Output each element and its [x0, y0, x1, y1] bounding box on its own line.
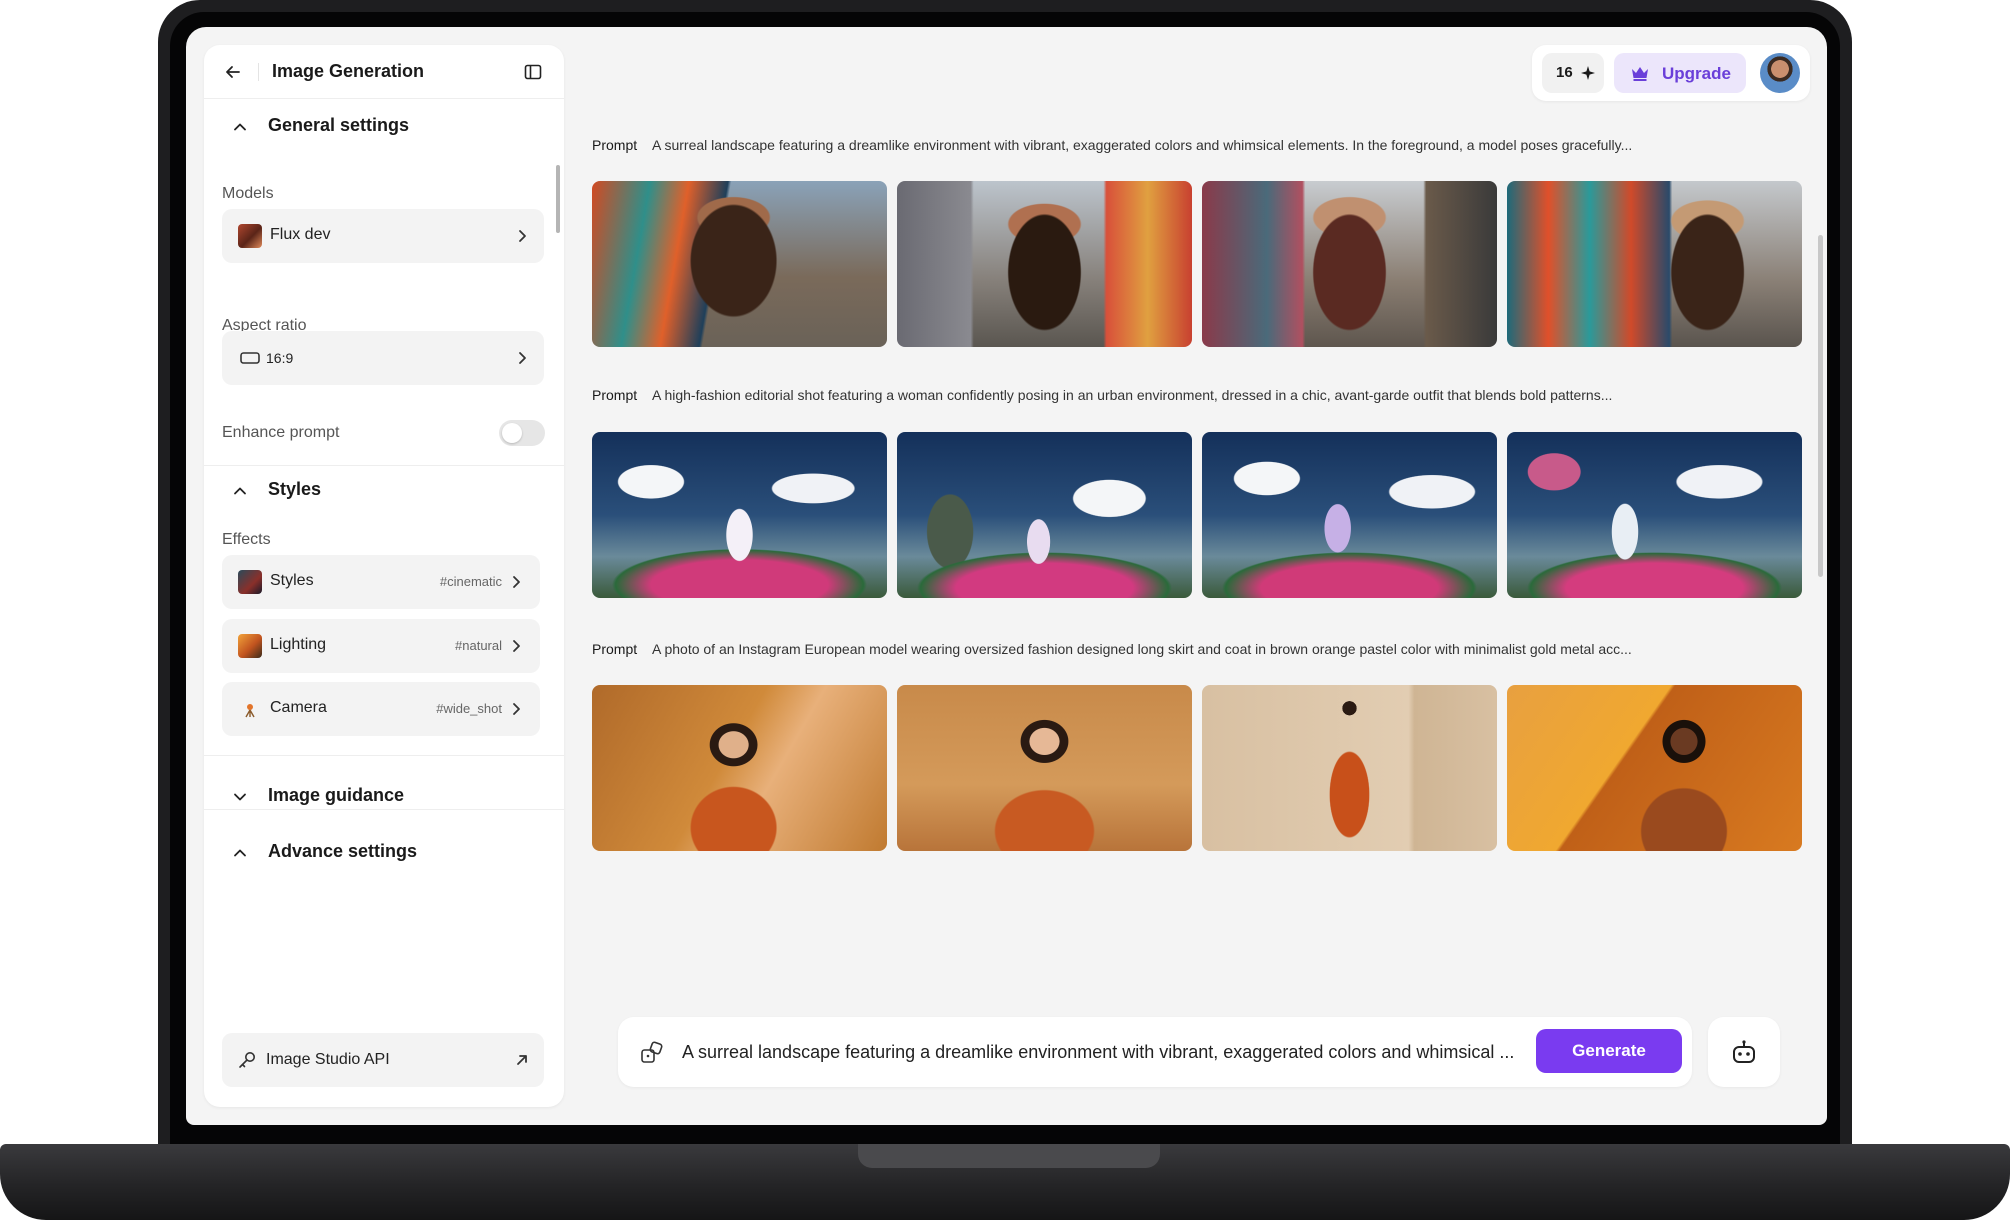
generated-image-1-3[interactable] — [1202, 181, 1497, 347]
prompt-text: A photo of an Instagram European model w… — [652, 641, 1632, 657]
effect-tag: #cinematic — [439, 574, 502, 589]
aspect-ratio-icon — [240, 352, 260, 364]
prompt-row-3: Prompt A photo of an Instagram European … — [592, 637, 1804, 661]
effect-lighting-select[interactable]: Lighting #natural — [222, 619, 540, 673]
account-bar: 16 Upgrade — [1532, 45, 1810, 101]
chevron-up-icon — [234, 487, 246, 495]
settings-sidebar: Image Generation General settings Models… — [204, 45, 564, 1107]
generated-image-1-4[interactable] — [1507, 181, 1802, 347]
lighting-thumbnail — [238, 634, 262, 658]
prompt-input[interactable]: A surreal landscape featuring a dreamlik… — [682, 1042, 1514, 1063]
styles-section-header[interactable]: Styles — [204, 469, 564, 513]
upgrade-button[interactable]: Upgrade — [1614, 53, 1746, 93]
generated-image-1-1[interactable] — [592, 181, 887, 347]
effect-label: Styles — [270, 572, 314, 589]
chevron-down-icon — [234, 793, 246, 801]
api-button-label: Image Studio API — [266, 1051, 390, 1068]
chevron-right-icon — [513, 640, 520, 652]
enhance-prompt-label: Enhance prompt — [222, 424, 340, 441]
image-guidance-label: Image guidance — [268, 785, 405, 805]
credits-count: 16 — [1556, 64, 1573, 81]
sidebar-title: Image Generation — [272, 61, 425, 81]
styles-thumbnail — [238, 570, 262, 594]
model-value: Flux dev — [270, 226, 331, 243]
general-settings-label: General settings — [268, 115, 410, 135]
chevron-right-icon — [519, 352, 526, 364]
prompt-label: Prompt — [592, 387, 638, 403]
effect-camera-select[interactable]: Camera #wide_shot — [222, 682, 540, 736]
prompt-text: A surreal landscape featuring a dreamlik… — [652, 137, 1633, 153]
toggle-knob — [502, 423, 522, 443]
prompt-row-1: Prompt A surreal landscape featuring a d… — [592, 133, 1804, 157]
section-divider — [204, 465, 564, 466]
generated-image-3-1[interactable] — [592, 685, 887, 851]
model-select[interactable]: Flux dev — [222, 209, 544, 263]
prompt-input-bar: A surreal landscape featuring a dreamlik… — [618, 1017, 1692, 1087]
user-avatar[interactable] — [1760, 53, 1800, 93]
crown-icon — [1632, 67, 1648, 81]
section-divider — [204, 755, 564, 756]
generated-image-2-2[interactable] — [897, 432, 1192, 598]
aspect-ratio-select[interactable]: 16:9 — [222, 331, 544, 385]
generated-image-3-3[interactable] — [1202, 685, 1497, 851]
prompt-text: A high-fashion editorial shot featuring … — [652, 387, 1613, 403]
generated-image-2-3[interactable] — [1202, 432, 1497, 598]
results-scrollbar[interactable] — [1818, 235, 1823, 577]
enhance-prompt-toggle[interactable] — [499, 420, 545, 446]
sidebar-scrollbar[interactable] — [556, 165, 560, 233]
effect-label: Lighting — [270, 636, 327, 653]
sparkle-icon — [1581, 66, 1595, 80]
key-icon — [239, 1052, 255, 1068]
generated-image-3-4[interactable] — [1507, 685, 1802, 851]
models-label: Models — [222, 185, 274, 202]
effect-styles-select[interactable]: Styles #cinematic — [222, 555, 540, 609]
sidebar-header: Image Generation — [204, 45, 564, 99]
laptop-notch — [858, 1144, 1160, 1168]
generated-image-2-4[interactable] — [1507, 432, 1802, 598]
external-link-icon — [517, 1055, 527, 1065]
back-arrow-icon[interactable] — [222, 61, 244, 83]
image-studio-api-button[interactable]: Image Studio API — [222, 1033, 544, 1087]
randomize-prompt-icon[interactable] — [638, 1039, 666, 1067]
chevron-right-icon — [513, 576, 520, 588]
prompt-label: Prompt — [592, 137, 638, 153]
generated-image-1-2[interactable] — [897, 181, 1192, 347]
styles-section-label: Styles — [268, 479, 322, 499]
header-divider — [258, 63, 259, 81]
chevron-right-icon — [513, 703, 520, 715]
effects-label: Effects — [222, 531, 271, 548]
prompt-label: Prompt — [592, 641, 638, 657]
credits-badge[interactable]: 16 — [1542, 53, 1604, 93]
model-thumbnail — [238, 224, 262, 248]
general-settings-header[interactable]: General settings — [204, 105, 564, 149]
prompt-row-2: Prompt A high-fashion editorial shot fea… — [592, 383, 1804, 407]
effect-label: Camera — [270, 699, 327, 716]
camera-thumbnail — [245, 704, 255, 718]
assistant-button[interactable] — [1708, 1017, 1780, 1087]
collapse-sidebar-icon[interactable] — [522, 61, 544, 83]
robot-icon — [1733, 1040, 1755, 1063]
upgrade-label: Upgrade — [1662, 64, 1731, 83]
generated-image-2-1[interactable] — [592, 432, 887, 598]
image-guidance-header[interactable]: Image guidance — [204, 775, 564, 819]
advance-settings-header[interactable]: Advance settings — [204, 831, 564, 875]
aspect-ratio-value: 16:9 — [266, 350, 294, 366]
effect-tag: #natural — [455, 638, 502, 653]
generated-image-3-2[interactable] — [897, 685, 1192, 851]
chevron-up-icon — [234, 123, 246, 131]
chevron-up-icon — [234, 849, 246, 857]
effect-tag: #wide_shot — [436, 701, 502, 716]
chevron-right-icon — [519, 230, 526, 242]
app-screen: Image Generation General settings Models… — [186, 27, 1827, 1125]
generate-button[interactable]: Generate — [1536, 1029, 1682, 1073]
advance-settings-label: Advance settings — [268, 841, 418, 861]
section-divider — [204, 809, 564, 810]
